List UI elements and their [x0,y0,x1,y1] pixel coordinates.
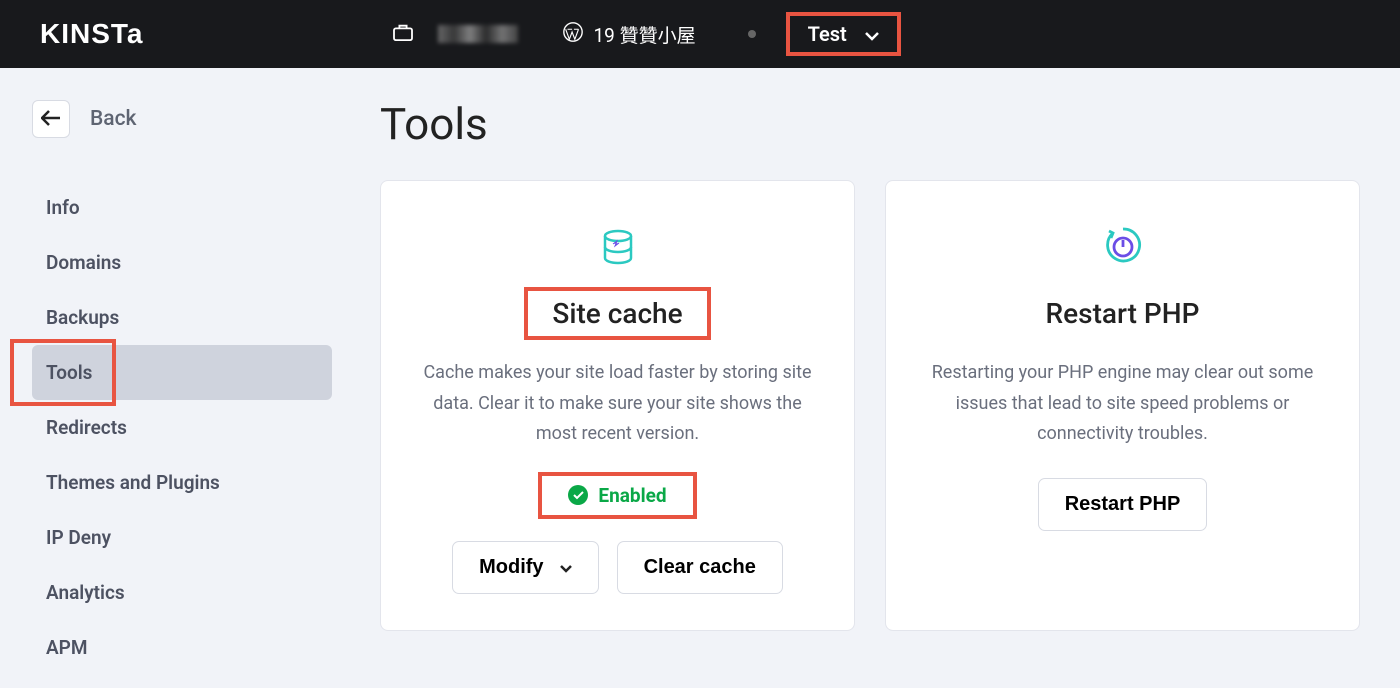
site-name: 19 贊贊小屋 [594,21,696,48]
sidebar-item-label: IP Deny [46,526,111,549]
sidebar-item-label: APM [46,636,88,659]
sidebar-item-backups[interactable]: Backups [32,290,332,345]
sidebar-item-label: Analytics [46,581,125,604]
sidebar-item-domains[interactable]: Domains [32,235,332,290]
wordpress-icon [562,21,584,47]
card-description: Restarting your PHP engine may clear out… [922,358,1323,450]
sidebar-item-themes-plugins[interactable]: Themes and Plugins [32,455,332,510]
button-label: Modify [479,556,543,579]
back-label: Back [90,107,137,131]
sidebar-item-analytics[interactable]: Analytics [32,565,332,620]
status-dot [748,30,756,38]
sidebar-item-apm[interactable]: APM [32,620,332,675]
chevron-down-icon [560,556,572,579]
sidebar-item-info[interactable]: Info [32,180,332,235]
cache-icon [598,227,638,293]
environment-label: Test [808,22,847,46]
sidebar-item-tools[interactable]: Tools [32,345,332,400]
briefcase-icon [392,23,414,45]
site-selector[interactable]: 19 贊贊小屋 [562,21,696,48]
button-label: Clear cache [644,556,756,579]
chevron-down-icon [865,22,879,46]
card-title: Restart PHP [1024,293,1222,334]
sidebar-item-label: Tools [46,361,92,384]
clear-cache-button[interactable]: Clear cache [617,541,783,594]
status-text: Enabled [598,484,666,507]
card-description: Cache makes your site load faster by sto… [417,358,818,450]
arrow-left-icon [41,110,61,129]
company-name-blurred [438,25,518,43]
sidebar-item-label: Info [46,196,80,219]
button-label: Restart PHP [1065,493,1181,516]
sidebar-item-ip-deny[interactable]: IP Deny [32,510,332,565]
sidebar-item-redirects[interactable]: Redirects [32,400,332,455]
restart-php-card: Restart PHP Restarting your PHP engine m… [885,180,1360,631]
card-title: Site cache [530,293,704,334]
main-content: Tools Site cache Cache makes your site l… [340,68,1400,675]
restart-icon [1103,227,1143,293]
sidebar: Back Info Domains Backups Tools Redirect… [0,68,340,675]
sidebar-nav: Info Domains Backups Tools Redirects The… [32,180,332,675]
page-title: Tools [380,98,1360,150]
modify-button[interactable]: Modify [452,541,598,594]
sidebar-item-label: Themes and Plugins [46,471,220,494]
check-icon [568,485,588,505]
sidebar-item-label: Backups [46,306,119,329]
status-badge: Enabled [544,478,690,513]
logo: KINSTa [40,18,144,50]
sidebar-item-label: Redirects [46,416,127,439]
back-button[interactable] [32,100,70,138]
environment-selector[interactable]: Test [786,12,901,56]
restart-php-button[interactable]: Restart PHP [1038,478,1208,531]
topbar: KINSTa 19 贊贊小屋 Test [0,0,1400,68]
sidebar-item-label: Domains [46,251,121,274]
site-cache-card: Site cache Cache makes your site load fa… [380,180,855,631]
